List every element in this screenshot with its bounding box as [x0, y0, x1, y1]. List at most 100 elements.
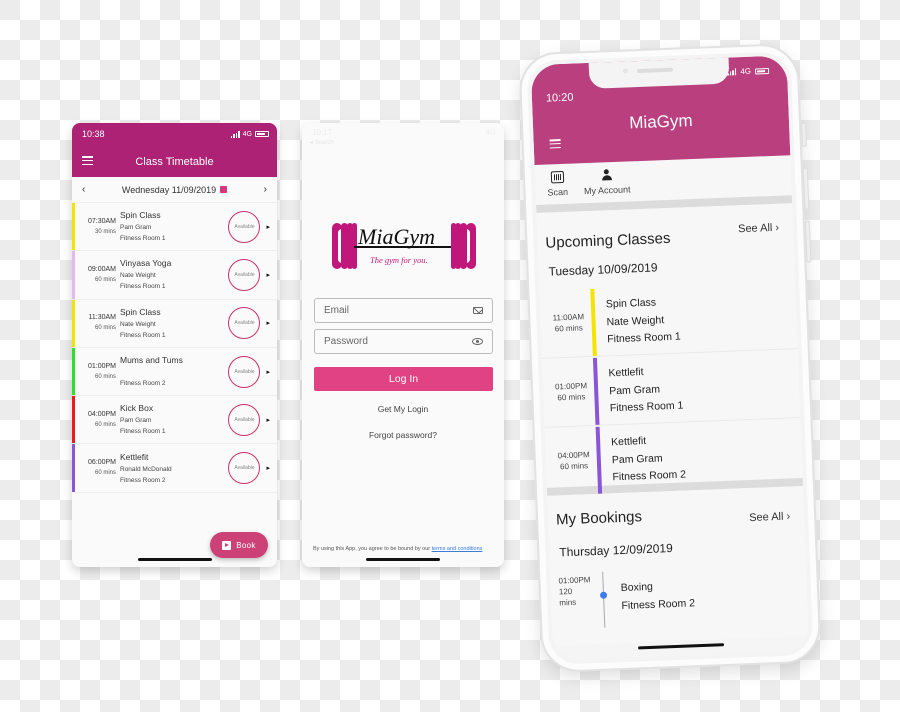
eye-icon[interactable] [472, 338, 483, 345]
class-time: 06:00PM 60 mins [87, 459, 116, 477]
section-title: My Bookings [555, 508, 643, 529]
scan-button[interactable]: Scan [547, 170, 568, 198]
class-name: Vinyasa Yoga [120, 258, 172, 269]
chevron-right-icon[interactable]: ▸ [266, 271, 270, 279]
chevron-right-icon[interactable]: › [264, 184, 267, 195]
class-info: Kettlefit Pam Gram Fitness Room 2 [611, 432, 686, 487]
availability-badge[interactable]: Available [228, 355, 261, 388]
get-my-login-link[interactable]: Get My Login [302, 404, 504, 414]
notch [588, 57, 730, 89]
class-room: Fitness Room 1 [120, 428, 166, 436]
email-input[interactable] [324, 305, 464, 316]
class-instructor [120, 367, 228, 378]
class-row[interactable]: 04:00PM 60 mins Kick Box Pam Gram Fitnes… [72, 396, 277, 445]
class-info: Spin Class Nate Weight Fitness Room 1 [120, 306, 228, 341]
home-indicator[interactable] [366, 558, 440, 561]
login-button[interactable]: Log In [314, 367, 493, 391]
class-time: 09:00AM 60 mins [87, 265, 116, 283]
network-label: 4G [242, 130, 252, 138]
book-button[interactable]: Book [210, 532, 268, 558]
booking-date: Thursday 12/09/2019 [559, 541, 673, 560]
class-room: Fitness Room 1 [120, 235, 166, 243]
hamburger-icon[interactable] [82, 156, 93, 165]
volume-down-button [804, 220, 812, 263]
chevron-left-icon[interactable]: ‹ [82, 184, 85, 195]
network-label: 4G [485, 128, 496, 137]
class-name: Kick Box [120, 403, 154, 414]
class-room: Fitness Room 1 [120, 283, 166, 291]
class-time: 07:30AM 30 mins [87, 217, 116, 235]
class-name: Spin Class [120, 210, 161, 221]
silent-switch [801, 122, 807, 147]
home-header: 10:20 4G MiaGym [530, 55, 791, 166]
terms-link[interactable]: terms and conditions [432, 546, 483, 552]
my-bookings-section: My Bookings See All › Thursday 12/09/201… [547, 485, 809, 646]
page-title: Class Timetable [135, 156, 214, 168]
email-field[interactable] [314, 298, 493, 323]
password-field[interactable] [314, 329, 493, 354]
home-screen: 10:20 4G MiaGym Scan My Account Upcoming… [530, 55, 810, 661]
class-instructor: Nate Weight [120, 320, 156, 328]
home-indicator[interactable] [137, 558, 212, 561]
mail-icon [473, 307, 483, 314]
class-time: 01:00PM 60 mins [554, 381, 588, 403]
date-navigator: ‹ Wednesday 11/09/2019 › [72, 177, 277, 203]
calendar-icon[interactable] [220, 186, 228, 193]
status-time: 10:38 [82, 129, 105, 139]
chevron-right-icon[interactable]: ▸ [266, 416, 270, 424]
availability-badge[interactable]: Available [228, 258, 261, 291]
home-indicator[interactable] [638, 643, 725, 650]
booking-item[interactable]: Boxing Fitness Room 2 [620, 576, 696, 615]
class-color-bar [72, 444, 75, 492]
chevron-right-icon[interactable]: ▸ [266, 223, 270, 231]
login-phone: 10:17 4G ◂ Search MiaGym The gym for you… [302, 123, 504, 567]
class-room: Fitness Room 2 [612, 468, 687, 484]
network-label: 4G [740, 66, 752, 77]
availability-badge[interactable]: Available [228, 307, 261, 340]
availability-badge[interactable]: Available [228, 403, 261, 436]
logo-wordmark: MiaGym [358, 224, 435, 249]
timetable-phone: 10:38 4G Class Timetable ‹ Wednesday 11/… [72, 123, 277, 567]
password-input[interactable] [324, 336, 464, 347]
logo-tagline: The gym for you. [370, 255, 428, 265]
volume-up-button [802, 167, 810, 210]
my-account-button[interactable]: My Account [583, 168, 631, 196]
availability-badge[interactable]: Available [228, 452, 261, 485]
upcoming-class-row[interactable]: 11:00AM 60 mins Spin Class Nate Weight F… [539, 281, 798, 359]
class-color-bar [72, 396, 75, 444]
class-color-bar [72, 203, 75, 251]
see-all-upcoming-link[interactable]: See All › [738, 222, 779, 236]
class-row[interactable]: 01:00PM 60 mins Mums and Tums Fitness Ro… [72, 347, 277, 397]
timeline-dot [599, 591, 608, 599]
class-info: Kettlefit Pam Gram Fitness Room 1 [608, 363, 683, 418]
back-to-search-link[interactable]: ◂ Search [310, 139, 334, 146]
chevron-right-icon[interactable]: ▸ [266, 464, 270, 472]
see-all-bookings-link[interactable]: See All › [749, 511, 790, 525]
hamburger-icon[interactable] [549, 139, 561, 149]
signal-icon [727, 68, 737, 76]
class-info: Kettlefit Ronald McDonald Fitness Room 2 [120, 451, 228, 486]
class-room: Fitness Room 1 [607, 330, 681, 346]
status-time: 10:20 [545, 91, 574, 105]
class-name: Spin Class [120, 306, 161, 317]
battery-icon [754, 67, 770, 75]
status-time: 10:17 [312, 128, 333, 137]
upcoming-class-row[interactable]: 01:00PM 60 mins Kettlefit Pam Gram Fitne… [541, 350, 801, 428]
chevron-right-icon[interactable]: ▸ [266, 319, 270, 327]
miagym-logo: MiaGym The gym for you. [332, 223, 476, 271]
class-row[interactable]: 11:30AM 60 mins Spin Class Nate Weight F… [72, 299, 277, 348]
app-title: MiaGym [628, 110, 693, 133]
upcoming-classes-section: Upcoming Classes See All › Tuesday 10/09… [536, 203, 804, 497]
class-row[interactable]: 09:00AM 60 mins Vinyasa Yoga Nate Weight… [72, 251, 277, 300]
class-row[interactable]: 07:30AM 30 mins Spin Class Pam Gram Fitn… [72, 203, 277, 252]
class-row[interactable]: 06:00PM 60 mins Kettlefit Ronald McDonal… [72, 444, 277, 493]
upcoming-class-row[interactable]: 04:00PM 60 mins Kettlefit Pam Gram Fitne… [544, 419, 804, 497]
availability-badge[interactable]: Available [228, 210, 261, 243]
class-time: 01:00PM 60 mins [87, 362, 116, 380]
chevron-right-icon[interactable]: ▸ [266, 368, 270, 376]
forgot-password-link[interactable]: Forgot password? [302, 430, 504, 440]
class-room: Fitness Room 1 [609, 399, 684, 415]
booking-time: 01:00PM 120 mins [558, 575, 591, 608]
class-info: Mums and Tums Fitness Room 2 [120, 354, 228, 389]
class-instructor: Pam Gram [120, 417, 152, 425]
